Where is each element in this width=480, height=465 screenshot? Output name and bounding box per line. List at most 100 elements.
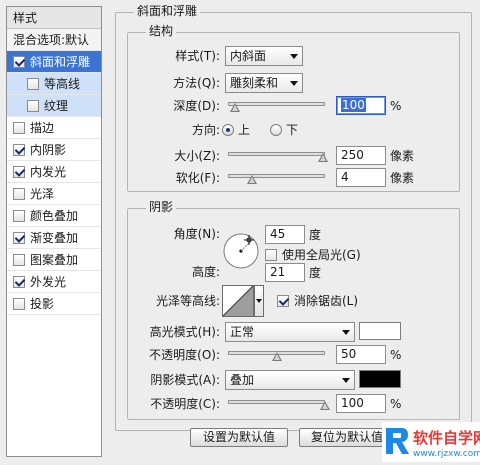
angle-label: 角度(N):	[173, 227, 220, 241]
style-item-color-overlay[interactable]: 颜色叠加	[7, 205, 101, 227]
drop-shadow-checkbox[interactable]	[13, 298, 25, 310]
highlight-opacity-thumb[interactable]	[271, 352, 282, 361]
size-unit: 像素	[390, 149, 415, 163]
contour-checkbox[interactable]	[27, 78, 39, 90]
svg-text:软件自学网: 软件自学网	[413, 429, 480, 447]
styles-title: 样式	[7, 7, 101, 29]
soften-slider-thumb[interactable]	[247, 175, 258, 184]
depth-slider-track	[228, 102, 325, 106]
shadow-opacity-slider[interactable]	[228, 397, 330, 411]
style-item-inner-shadow[interactable]: 内阴影	[7, 139, 101, 161]
style-item-label: 图案叠加	[30, 253, 79, 267]
soften-slider-track	[228, 174, 325, 178]
texture-checkbox[interactable]	[27, 100, 39, 112]
stroke-checkbox[interactable]	[13, 122, 25, 134]
highlight-opacity-value: 50	[341, 347, 357, 361]
gloss-contour-dropdown[interactable]	[254, 285, 264, 317]
global-light-checkbox-wrap[interactable]: 使用全局光(G)	[265, 246, 361, 263]
depth-slider[interactable]	[228, 99, 325, 113]
style-item-gradient-overlay[interactable]: 渐变叠加	[7, 227, 101, 249]
shadow-mode-label: 阴影模式(A):	[150, 373, 220, 387]
style-item-label: 内发光	[30, 165, 67, 179]
soften-label: 软化(F):	[175, 171, 220, 185]
soften-slider[interactable]	[228, 171, 325, 185]
depth-input[interactable]: 100	[336, 96, 386, 115]
direction-down-radio[interactable]	[270, 124, 282, 136]
size-label: 大小(Z):	[174, 149, 220, 163]
inner-shadow-checkbox[interactable]	[13, 144, 25, 156]
direction-label: 方向:	[191, 123, 220, 137]
direction-down-label: 下	[286, 123, 299, 137]
shadow-mode-select[interactable]: 叠加	[225, 370, 355, 390]
style-item-label: 颜色叠加	[30, 209, 79, 223]
style-item-texture[interactable]: 纹理	[7, 95, 101, 117]
shadow-opacity-track	[228, 400, 325, 404]
shadow-color-swatch[interactable]	[359, 370, 401, 388]
pattern-overlay-checkbox[interactable]	[13, 254, 25, 266]
gradient-overlay-checkbox[interactable]	[13, 232, 25, 244]
watermark-logo: 软件自学网 www.rjzxw.com	[382, 422, 480, 462]
soften-input[interactable]: 4	[336, 168, 386, 187]
size-slider-track	[228, 152, 325, 156]
technique-label: 方法(Q):	[173, 76, 220, 90]
outer-glow-checkbox[interactable]	[13, 276, 25, 288]
angle-input[interactable]: 45	[265, 225, 305, 244]
angle-dial-icon	[223, 233, 259, 269]
bevel-checkbox[interactable]	[13, 56, 25, 68]
shadow-opacity-input[interactable]: 100	[336, 394, 386, 413]
style-item-label: 投影	[30, 297, 55, 311]
technique-value: 雕刻柔和	[230, 76, 279, 90]
style-item-satin[interactable]: 光泽	[7, 183, 101, 205]
shadow-opacity-thumb[interactable]	[320, 401, 330, 410]
crosshair-icon	[244, 234, 254, 245]
style-item-pattern-overlay[interactable]: 图案叠加	[7, 249, 101, 271]
make-default-button[interactable]: 设置为默认值	[190, 428, 288, 447]
depth-slider-thumb[interactable]	[229, 103, 240, 112]
structure-title: 结构	[146, 24, 177, 38]
styles-list-panel: 样式 混合选项:默认 斜面和浮雕 等高线 纹理 描边 内阴影 内发光 光泽 颜色…	[6, 6, 102, 457]
angle-value: 45	[270, 227, 286, 241]
satin-checkbox[interactable]	[13, 188, 25, 200]
anti-alias-checkbox[interactable]	[277, 295, 289, 307]
style-item-stroke[interactable]: 描边	[7, 117, 101, 139]
reset-default-button[interactable]: 复位为默认值	[299, 428, 395, 447]
anti-alias-label: 消除锯齿(L)	[294, 294, 359, 308]
altitude-input[interactable]: 21	[265, 263, 305, 282]
style-item-inner-glow[interactable]: 内发光	[7, 161, 101, 183]
svg-text:www.rjzxw.com: www.rjzxw.com	[413, 449, 480, 459]
style-item-bevel[interactable]: 斜面和浮雕	[7, 51, 101, 73]
color-overlay-checkbox[interactable]	[13, 210, 25, 222]
gloss-contour-preview[interactable]	[222, 285, 254, 317]
highlight-opacity-input[interactable]: 50	[336, 345, 386, 364]
highlight-mode-select[interactable]: 正常	[225, 322, 355, 342]
soften-value: 4	[341, 170, 349, 184]
styles-title-label: 样式	[13, 11, 38, 25]
watermark-logo-icon: 软件自学网 www.rjzxw.com	[382, 422, 480, 462]
highlight-mode-label: 高光模式(H):	[149, 325, 220, 339]
style-item-label: 光泽	[30, 187, 55, 201]
shadow-mode-value: 叠加	[230, 373, 255, 387]
technique-select[interactable]: 雕刻柔和	[225, 73, 303, 93]
blend-options-item[interactable]: 混合选项:默认	[7, 29, 101, 51]
bevel-style-value: 内斜面	[230, 49, 267, 63]
size-input[interactable]: 250	[336, 146, 386, 165]
highlight-opacity-slider[interactable]	[228, 348, 325, 362]
style-item-label: 外发光	[30, 275, 67, 289]
style-item-outer-glow[interactable]: 外发光	[7, 271, 101, 293]
depth-value: 100	[341, 98, 366, 112]
direction-up-radio[interactable]	[222, 124, 234, 136]
chevron-down-icon	[290, 81, 298, 86]
style-item-label: 内阴影	[30, 143, 67, 157]
anti-alias-checkbox-wrap[interactable]: 消除锯齿(L)	[277, 292, 358, 309]
bevel-style-select[interactable]: 内斜面	[225, 46, 303, 66]
global-light-checkbox[interactable]	[265, 249, 277, 261]
inner-glow-checkbox[interactable]	[13, 166, 25, 178]
style-item-contour[interactable]: 等高线	[7, 73, 101, 95]
bevel-emboss-title: 斜面和浮雕	[134, 4, 201, 18]
highlight-color-swatch[interactable]	[359, 322, 401, 340]
size-slider[interactable]	[228, 149, 329, 163]
style-item-label: 渐变叠加	[30, 231, 79, 245]
angle-dial[interactable]	[222, 232, 260, 270]
size-slider-thumb[interactable]	[318, 153, 329, 162]
style-item-drop-shadow[interactable]: 投影	[7, 293, 101, 315]
